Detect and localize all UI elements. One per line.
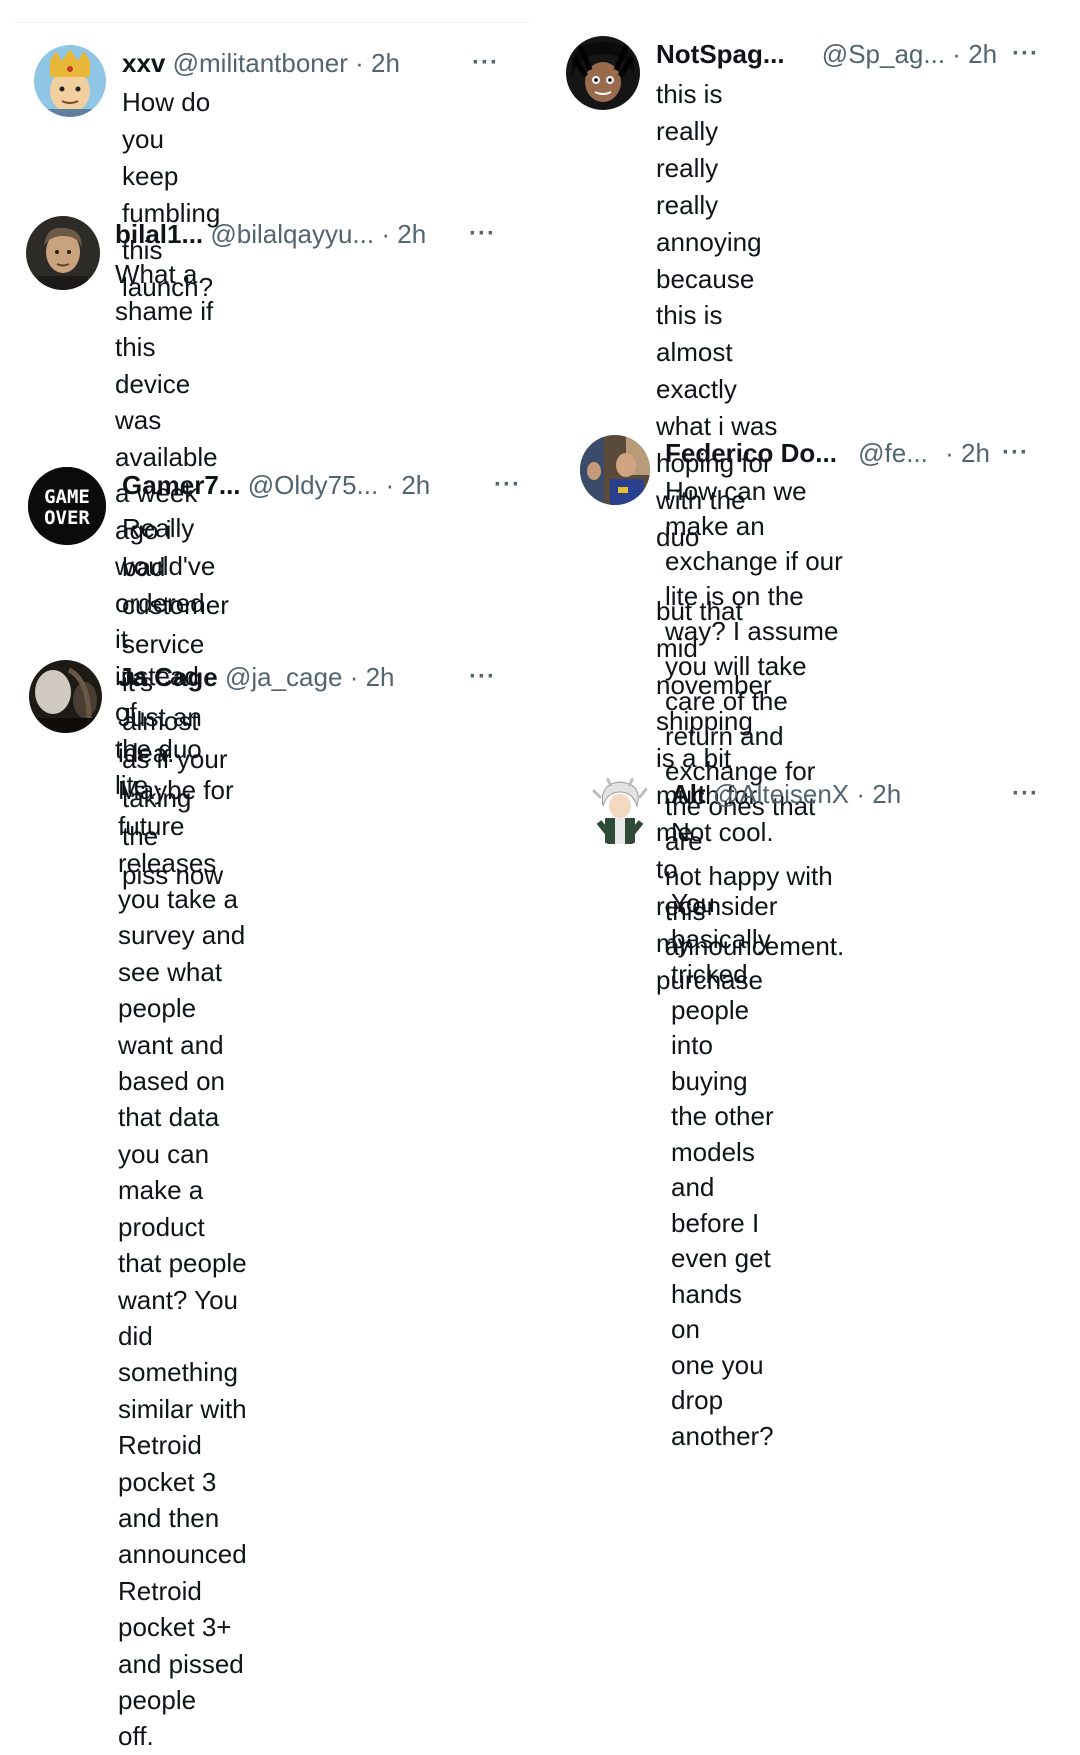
tweet-header: xxv @militantboner · 2h xyxy=(122,47,400,79)
separator-dot: · xyxy=(381,219,390,249)
user-handle[interactable]: @militantboner xyxy=(173,48,348,78)
display-name[interactable]: Federico Do... xyxy=(665,438,837,468)
display-name[interactable]: bilal1... xyxy=(115,219,203,249)
user-handle[interactable]: @Sp_ag... xyxy=(822,39,945,69)
display-name[interactable]: Ja Cage xyxy=(118,662,218,692)
avatar[interactable] xyxy=(26,216,100,290)
tweet-header: Federico Do... @fe... · 2h xyxy=(665,437,990,469)
avatar-text-game: GAME xyxy=(44,486,90,508)
timestamp[interactable]: 2h xyxy=(397,219,426,249)
display-name[interactable]: Alt xyxy=(671,779,706,809)
tweet-header: bilal1... @bilalqayyu... · 2h xyxy=(115,218,426,250)
more-options-icon[interactable]: ··· xyxy=(1012,778,1039,810)
display-name[interactable]: Gamer7... xyxy=(122,470,241,500)
timestamp[interactable]: 2h xyxy=(968,39,997,69)
user-handle[interactable]: @Oldy75... xyxy=(248,470,378,500)
user-handle[interactable]: @ja_cage xyxy=(225,662,342,692)
more-options-icon[interactable]: ··· xyxy=(1012,38,1039,70)
user-handle[interactable]: @bilalqayyu... xyxy=(210,219,374,249)
avatar[interactable] xyxy=(585,776,655,846)
tweet-header: Gamer7... @Oldy75... · 2h xyxy=(122,469,430,501)
more-options-icon[interactable]: ··· xyxy=(494,469,521,501)
avatar[interactable] xyxy=(566,36,640,110)
tweet-header: NotSpag... @Sp_ag... · 2h xyxy=(656,38,997,70)
tweet-header: Ja Cage @ja_cage · 2h xyxy=(118,661,395,693)
separator-dot: · xyxy=(349,662,359,692)
timestamp[interactable]: 2h xyxy=(961,438,990,468)
avatar[interactable] xyxy=(580,435,650,505)
more-options-icon[interactable]: ··· xyxy=(472,47,499,79)
display-name[interactable]: xxv xyxy=(122,48,165,78)
timestamp[interactable]: 2h xyxy=(371,48,400,78)
separator-dot: · xyxy=(856,779,866,809)
separator-dot: · xyxy=(952,39,961,69)
more-options-icon[interactable]: ··· xyxy=(1002,437,1029,469)
separator-dot: · xyxy=(385,470,395,500)
more-options-icon[interactable]: ··· xyxy=(469,661,496,693)
avatar-text-over: OVER xyxy=(44,507,90,529)
avatar[interactable] xyxy=(34,45,106,117)
user-handle[interactable]: @AlteisenX xyxy=(713,779,849,809)
timestamp[interactable]: 2h xyxy=(872,779,901,809)
tweet-text: Not cool. You basically tricked people i… xyxy=(671,817,774,1451)
user-handle[interactable]: @fe... xyxy=(858,438,928,468)
tweet-header: Alt @AlteisenX · 2h xyxy=(671,778,901,810)
timestamp[interactable]: 2h xyxy=(366,662,395,692)
avatar[interactable] xyxy=(29,660,102,733)
separator-dot: · xyxy=(945,438,954,468)
more-options-icon[interactable]: ··· xyxy=(469,218,496,250)
tweet-text: Just an idea. Maybe for future releases … xyxy=(118,702,247,1752)
timestamp[interactable]: 2h xyxy=(401,470,430,500)
display-name[interactable]: NotSpag... xyxy=(656,39,785,69)
separator-dot: · xyxy=(355,48,364,78)
top-divider xyxy=(14,22,529,23)
avatar[interactable]: GAME OVER xyxy=(28,467,106,545)
